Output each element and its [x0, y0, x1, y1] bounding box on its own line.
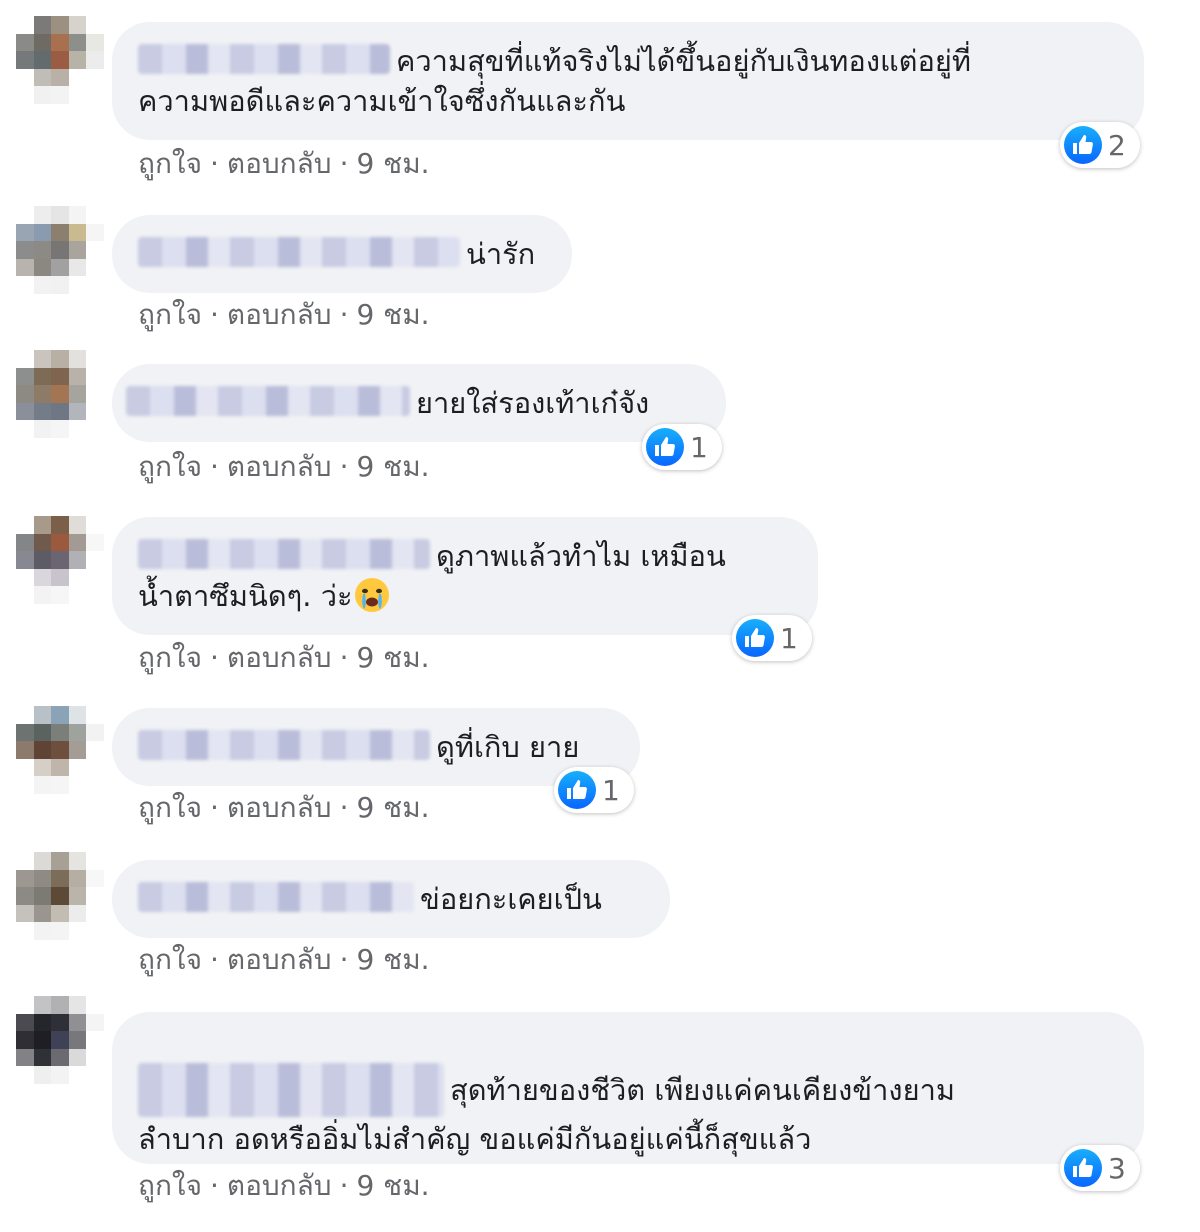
comment-actions: ถูกใจ · ตอบกลับ · 9 ชม.	[138, 640, 430, 676]
comment-bubble: สุดท้ายของชีวิต เพียงแค่คนเคียงข้างยาม ล…	[112, 1012, 1144, 1164]
comment-actions: ถูกใจ · ตอบกลับ · 9 ชม.	[138, 146, 430, 182]
comment-text-line-1: น่ารัก	[466, 237, 536, 271]
comment-text-line-1: ดูภาพแล้วทำไม เหมือน	[436, 539, 726, 573]
like-link[interactable]: ถูกใจ	[138, 147, 202, 180]
reaction-count-value: 3	[1108, 1151, 1126, 1185]
reaction-count[interactable]: 2	[1060, 122, 1140, 168]
like-icon	[736, 619, 774, 657]
reaction-count-value: 1	[602, 773, 620, 807]
comment-actions: ถูกใจ · ตอบกลับ · 9 ชม.	[138, 942, 430, 978]
author-name-blurred[interactable]	[138, 730, 430, 760]
author-name-blurred[interactable]	[138, 44, 390, 74]
reaction-count[interactable]: 1	[554, 767, 634, 813]
reaction-count-value: 2	[1108, 128, 1126, 162]
reaction-count[interactable]: 1	[642, 424, 722, 470]
timestamp-link[interactable]: 9 ชม.	[356, 641, 429, 674]
reaction-count-value: 1	[780, 621, 798, 655]
comment-bubble: ดูภาพแล้วทำไม เหมือน น้ำตาซึมนิดๆ. ว่ะ	[112, 517, 818, 635]
avatar[interactable]	[16, 350, 104, 438]
comment-text-line-2: น้ำตาซึมนิดๆ. ว่ะ	[138, 579, 353, 613]
separator-dot: ·	[339, 1169, 349, 1202]
like-icon	[1064, 1149, 1102, 1187]
like-link[interactable]: ถูกใจ	[138, 450, 202, 483]
timestamp-link[interactable]: 9 ชม.	[356, 791, 429, 824]
avatar[interactable]	[16, 16, 104, 104]
comment-bubble: ความสุขที่แท้จริงไม่ได้ขึ้นอยู่กับเงินทอ…	[112, 22, 1144, 140]
timestamp-link[interactable]: 9 ชม.	[356, 450, 429, 483]
reply-link[interactable]: ตอบกลับ	[227, 791, 332, 824]
separator-dot: ·	[209, 298, 219, 331]
avatar[interactable]	[16, 206, 104, 294]
avatar[interactable]	[16, 852, 104, 940]
reply-link[interactable]: ตอบกลับ	[227, 1169, 332, 1202]
comment-actions: ถูกใจ · ตอบกลับ · 9 ชม.	[138, 449, 430, 485]
comment-actions: ถูกใจ · ตอบกลับ · 9 ชม.	[138, 790, 430, 826]
comment-bubble: ข่อยกะเคยเป็น	[112, 860, 670, 938]
comment-bubble: น่ารัก	[112, 215, 572, 293]
separator-dot: ·	[339, 641, 349, 674]
reaction-count[interactable]: 1	[732, 615, 812, 661]
like-icon	[1064, 126, 1102, 164]
separator-dot: ·	[339, 298, 349, 331]
like-icon	[646, 428, 684, 466]
comment-bubble: ยายใส่รองเท้าเก๋จัง	[112, 364, 726, 442]
comment-text-line-1: ความสุขที่แท้จริงไม่ได้ขึ้นอยู่กับเงินทอ…	[396, 44, 972, 78]
like-link[interactable]: ถูกใจ	[138, 298, 202, 331]
author-name-blurred[interactable]	[138, 539, 430, 569]
comment-actions: ถูกใจ · ตอบกลับ · 9 ชม.	[138, 1168, 430, 1204]
author-name-blurred[interactable]	[138, 237, 460, 267]
author-name-blurred[interactable]	[138, 1063, 444, 1117]
separator-dot: ·	[209, 1169, 219, 1202]
separator-dot: ·	[339, 943, 349, 976]
timestamp-link[interactable]: 9 ชม.	[356, 298, 429, 331]
separator-dot: ·	[209, 791, 219, 824]
reply-link[interactable]: ตอบกลับ	[227, 943, 332, 976]
timestamp-link[interactable]: 9 ชม.	[356, 1169, 429, 1202]
author-name-blurred[interactable]	[138, 882, 414, 912]
separator-dot: ·	[209, 450, 219, 483]
comment-text-line-1: สุดท้ายของชีวิต เพียงแค่คนเคียงข้างยาม	[450, 1073, 955, 1107]
like-link[interactable]: ถูกใจ	[138, 1169, 202, 1202]
comment-text-line-2: ความพอดีและความเข้าใจซึ่งกันและกัน	[138, 84, 626, 118]
avatar[interactable]	[16, 996, 104, 1084]
timestamp-link[interactable]: 9 ชม.	[356, 943, 429, 976]
separator-dot: ·	[339, 450, 349, 483]
like-link[interactable]: ถูกใจ	[138, 943, 202, 976]
comment-text-line-1: ดูที่เกิบ ยาย	[436, 730, 580, 764]
comment-text-line-2: ลำบาก อดหรืออิ่มไม่สำคัญ ขอแค่มีกันอยู่แ…	[138, 1122, 812, 1156]
crying-face-emoji	[354, 578, 389, 612]
reply-link[interactable]: ตอบกลับ	[227, 298, 332, 331]
avatar[interactable]	[16, 516, 104, 604]
like-link[interactable]: ถูกใจ	[138, 791, 202, 824]
separator-dot: ·	[209, 641, 219, 674]
comment-text-line-1: ยายใส่รองเท้าเก๋จัง	[416, 386, 650, 420]
separator-dot: ·	[209, 147, 219, 180]
reaction-count[interactable]: 3	[1060, 1145, 1140, 1191]
timestamp-link[interactable]: 9 ชม.	[356, 147, 429, 180]
reply-link[interactable]: ตอบกลับ	[227, 641, 332, 674]
reply-link[interactable]: ตอบกลับ	[227, 147, 332, 180]
reaction-count-value: 1	[690, 430, 708, 464]
reply-link[interactable]: ตอบกลับ	[227, 450, 332, 483]
separator-dot: ·	[209, 943, 219, 976]
comment-text-line-1: ข่อยกะเคยเป็น	[420, 882, 602, 916]
comment-actions: ถูกใจ · ตอบกลับ · 9 ชม.	[138, 297, 430, 333]
author-name-blurred[interactable]	[126, 386, 410, 416]
separator-dot: ·	[339, 791, 349, 824]
like-icon	[558, 771, 596, 809]
like-link[interactable]: ถูกใจ	[138, 641, 202, 674]
separator-dot: ·	[339, 147, 349, 180]
avatar[interactable]	[16, 706, 104, 794]
